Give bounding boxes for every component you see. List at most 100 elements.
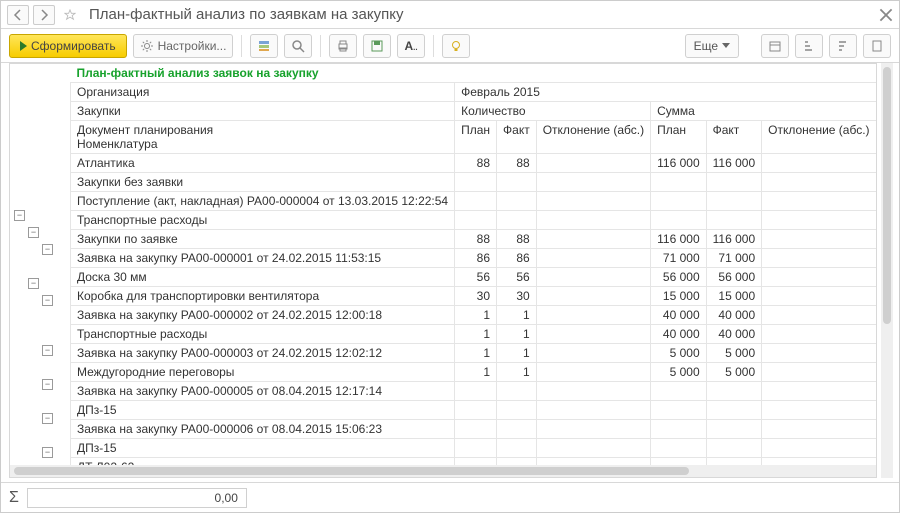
row-value (455, 420, 497, 439)
search-icon (291, 39, 305, 53)
tree-toggle[interactable]: − (28, 227, 39, 238)
row-value: 5 000 (651, 363, 707, 382)
period-button[interactable] (761, 34, 789, 58)
row-value: 1 (455, 306, 497, 325)
row-value (762, 382, 876, 401)
help-button[interactable] (442, 34, 470, 58)
header-qdev: Отклонение (абс.) (536, 121, 650, 154)
page-setup-button[interactable] (863, 34, 891, 58)
variants-button[interactable] (250, 34, 278, 58)
find-button[interactable] (284, 34, 312, 58)
row-value: 116 000 (651, 154, 707, 173)
header-qty: Количество (455, 102, 651, 121)
header-qplan: План (455, 121, 497, 154)
tree-collapse-icon (802, 39, 816, 53)
save-button[interactable] (363, 34, 391, 58)
row-value (497, 211, 537, 230)
table-row[interactable]: Заявка на закупку РА00-000001 от 24.02.2… (71, 249, 877, 268)
row-value (536, 211, 650, 230)
table-row[interactable]: ДТ Л02-62 (71, 458, 877, 466)
table-row[interactable]: Коробка для транспортировки вентилятора3… (71, 287, 877, 306)
page-title: План-фактный анализ по заявкам на закупк… (85, 6, 875, 23)
row-value: 1 (497, 306, 537, 325)
report-scroll[interactable]: − − − − − − − − − − План-фактный анализ … (10, 64, 876, 465)
report-table: План-фактный анализ заявок на закупку Ор… (70, 64, 876, 465)
print-button[interactable] (329, 34, 357, 58)
row-value (536, 230, 650, 249)
row-value (762, 287, 876, 306)
table-row[interactable]: ДПз-15 (71, 439, 877, 458)
row-value: 1 (455, 363, 497, 382)
vertical-scrollbar[interactable] (881, 63, 893, 478)
tree-toggle[interactable]: − (42, 345, 53, 356)
row-value (536, 458, 650, 466)
row-value: 71 000 (651, 249, 707, 268)
nav-forward-button[interactable] (33, 5, 55, 25)
table-row[interactable]: Атлантика8888116 000116 000 (71, 154, 877, 173)
row-value (536, 344, 650, 363)
row-label: Заявка на закупку РА00-000006 от 08.04.2… (71, 420, 455, 439)
format-text-button[interactable]: A.. (397, 34, 424, 58)
calendar-icon (768, 39, 782, 53)
table-row[interactable]: ДПз-15 (71, 401, 877, 420)
row-value (536, 401, 650, 420)
header-splan: План (651, 121, 707, 154)
tree-toggle[interactable]: − (42, 295, 53, 306)
table-row[interactable]: Закупки без заявки (71, 173, 877, 192)
tree-toggle[interactable]: − (42, 244, 53, 255)
row-label: Поступление (акт, накладная) РА00-000004… (71, 192, 455, 211)
run-report-button[interactable]: Сформировать (9, 34, 127, 58)
row-value (455, 192, 497, 211)
table-row[interactable]: Заявка на закупку РА00-000006 от 08.04.2… (71, 420, 877, 439)
table-row[interactable]: Заявка на закупку РА00-000002 от 24.02.2… (71, 306, 877, 325)
row-value: 1 (497, 344, 537, 363)
row-value (497, 439, 537, 458)
row-label: Коробка для транспортировки вентилятора (71, 287, 455, 306)
more-label: Еще (694, 39, 718, 53)
row-value (536, 154, 650, 173)
tree-toggle[interactable]: − (42, 413, 53, 424)
tree-toggle[interactable]: − (42, 379, 53, 390)
row-value (497, 420, 537, 439)
nav-back-button[interactable] (7, 5, 29, 25)
row-value: 88 (497, 230, 537, 249)
expand-button[interactable] (829, 34, 857, 58)
row-value (706, 401, 762, 420)
table-row[interactable]: Закупки по заявке8888116 000116 000 (71, 230, 877, 249)
collapse-button[interactable] (795, 34, 823, 58)
horizontal-scrollbar[interactable] (10, 465, 876, 477)
sigma-icon: Σ (9, 489, 19, 507)
row-label: ДТ Л02-62 (71, 458, 455, 466)
row-value (762, 401, 876, 420)
row-value: 88 (497, 154, 537, 173)
sum-field[interactable]: 0,00 (27, 488, 247, 508)
row-value (455, 173, 497, 192)
settings-button[interactable]: Настройки... (133, 34, 234, 58)
tree-toggle[interactable]: − (42, 447, 53, 458)
tree-toggle[interactable]: − (28, 278, 39, 289)
table-row[interactable]: Доска 30 мм565656 00056 000 (71, 268, 877, 287)
table-row[interactable]: Транспортные расходы1140 00040 000 (71, 325, 877, 344)
row-value: 5 000 (651, 344, 707, 363)
table-row[interactable]: Междугородние переговоры115 0005 000 (71, 363, 877, 382)
row-value: 86 (497, 249, 537, 268)
row-value: 116 000 (651, 230, 707, 249)
table-row[interactable]: Заявка на закупку РА00-000003 от 24.02.2… (71, 344, 877, 363)
row-value (651, 420, 707, 439)
row-value (497, 192, 537, 211)
play-icon (20, 41, 27, 51)
row-value (536, 268, 650, 287)
printer-icon (336, 39, 350, 53)
row-label: Заявка на закупку РА00-000002 от 24.02.2… (71, 306, 455, 325)
tree-toggle[interactable]: − (14, 210, 25, 221)
row-label: Закупки без заявки (71, 173, 455, 192)
favorite-star-button[interactable] (59, 5, 81, 25)
row-label: Междугородние переговоры (71, 363, 455, 382)
row-label: Закупки по заявке (71, 230, 455, 249)
close-button[interactable] (879, 8, 893, 22)
row-value: 1 (497, 325, 537, 344)
more-actions-button[interactable]: Еще (685, 34, 739, 58)
table-row[interactable]: Транспортные расходы (71, 211, 877, 230)
table-row[interactable]: Поступление (акт, накладная) РА00-000004… (71, 192, 877, 211)
table-row[interactable]: Заявка на закупку РА00-000005 от 08.04.2… (71, 382, 877, 401)
